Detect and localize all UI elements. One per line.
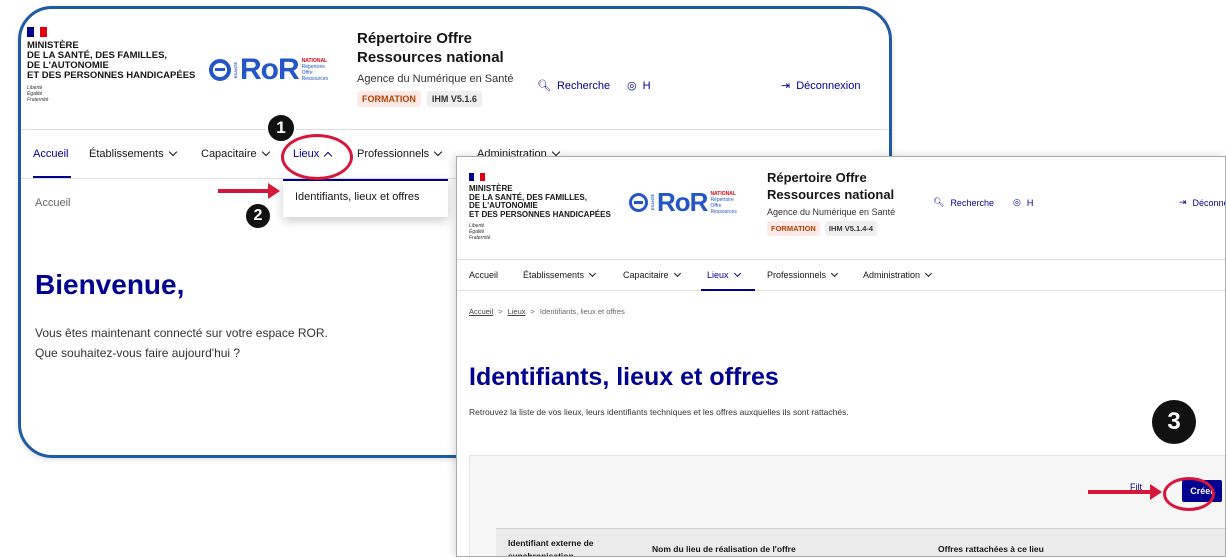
search-link[interactable]: 🔍︎ Recherche	[537, 79, 610, 93]
step-3-badge: 3	[1152, 400, 1196, 444]
environment-tag: FORMATION	[357, 91, 421, 107]
chevron-down-icon	[924, 269, 933, 277]
ministry-block: Ministère de la santé, des familles, de …	[469, 173, 611, 241]
nav-accueil[interactable]: Accueil	[33, 148, 68, 160]
ror-logo-text: RoR	[657, 187, 708, 217]
arrow-to-create-button	[1088, 484, 1162, 500]
service-block: Répertoire Offre Ressources national Age…	[357, 29, 514, 107]
version-tag: IHM V5.1.4-4	[824, 221, 878, 236]
chevron-down-icon	[168, 147, 177, 157]
logout-icon: ⇥	[781, 80, 791, 92]
welcome-description: Vous êtes maintenant connecté sur votre …	[35, 326, 328, 360]
lieux-dropdown-menu: Identifiants, lieux et offres	[283, 179, 448, 217]
logout-link[interactable]: ⇥Déconnexion	[1179, 197, 1225, 208]
republic-motto: Liberté Égalité Fraternité	[469, 223, 491, 241]
main-navigation: Accueil Établissements Capacitaire Lieux…	[457, 259, 1225, 291]
logo-subtitle: Répertoire Offre Ressources	[301, 64, 329, 82]
lieux-table-card: Filt Créer Identifiant externe de synchr…	[469, 455, 1225, 556]
active-tab-indicator	[33, 176, 71, 178]
user-icon: ◎	[627, 80, 637, 92]
chevron-down-icon	[551, 147, 560, 157]
service-block: Répertoire Offre Ressources national Age…	[767, 169, 895, 236]
search-icon: 🔍︎	[933, 197, 945, 207]
service-title: Répertoire Offre Ressources national	[357, 30, 504, 66]
nav-capacitaire[interactable]: Capacitaire	[623, 269, 681, 280]
chevron-down-icon	[831, 269, 839, 277]
nav-etablissements[interactable]: Établissements	[89, 147, 177, 160]
highlight-ring-lieux	[281, 134, 353, 180]
ministry-name: Ministère de la santé, des familles, de …	[469, 184, 611, 219]
breadcrumb-current: Identifiants, lieux et offres	[539, 307, 625, 316]
nav-professionnels[interactable]: Professionnels	[357, 147, 443, 160]
menu-item-identifiants-lieux-offres[interactable]: Identifiants, lieux et offres	[295, 191, 436, 203]
user-icon: ◎	[1013, 197, 1021, 207]
column-header-offres[interactable]: Offres rattachées à ce lieu	[938, 543, 1044, 556]
ror-e-icon	[209, 59, 231, 81]
page-description: Retrouvez la liste de vos lieux, leurs i…	[469, 407, 849, 417]
step-1-badge: 1	[266, 113, 296, 143]
breadcrumb: Accueil	[35, 197, 71, 209]
page-title: Identifiants, lieux et offres	[469, 363, 779, 391]
table-header-row: Identifiant externe de synchronisation N…	[496, 528, 1225, 556]
ministry-block: Ministère de la santé, des familles, de …	[27, 27, 195, 103]
republic-motto: Liberté Égalité Fraternité	[27, 85, 49, 103]
ror-logo[interactable]: ESANTÉ RoR NATIONAL Répertoire Offre Res…	[209, 53, 328, 87]
environment-tag: FORMATION	[767, 221, 820, 236]
welcome-heading: Bienvenue,	[35, 269, 185, 300]
nav-lieux[interactable]: Lieux	[707, 269, 741, 280]
user-account-link[interactable]: ◎ H	[627, 79, 651, 93]
logo-subtitle: Répertoire Offre Ressources	[710, 196, 737, 215]
service-subtitle: Agence du Numérique en Santé	[767, 207, 896, 217]
nav-etablissements[interactable]: Établissements	[523, 269, 597, 280]
ror-logo[interactable]: ESANTÉ RoR NATIONAL Répertoire Offre Res…	[629, 187, 737, 218]
ror-e-icon	[629, 193, 648, 212]
service-subtitle: Agence du Numérique en Santé	[357, 73, 514, 85]
site-header: Ministère de la santé, des familles, de …	[21, 9, 889, 129]
step-2-badge: 2	[244, 202, 272, 230]
ror-logo-text: RoR	[240, 53, 300, 86]
chevron-down-icon	[588, 269, 597, 277]
active-tab-indicator	[701, 289, 755, 291]
breadcrumb-lieux-link[interactable]: Lieux	[508, 307, 526, 316]
user-account-link[interactable]: ◎ H	[1013, 197, 1033, 208]
chevron-down-icon	[261, 147, 270, 157]
nav-capacitaire[interactable]: Capacitaire	[201, 147, 270, 160]
nav-administration[interactable]: Administration	[863, 269, 933, 280]
column-header-nom-lieu[interactable]: Nom du lieu de réalisation de l'offre	[652, 543, 796, 556]
arrow-to-menu-item	[218, 183, 280, 199]
logo-tag: NATIONAL	[710, 190, 736, 197]
chevron-down-icon	[673, 269, 681, 277]
ministry-name: Ministère de la santé, des familles, de …	[27, 40, 196, 81]
marianne-flag-icon	[27, 27, 48, 37]
nav-accueil[interactable]: Accueil	[469, 270, 498, 280]
breadcrumb: Accueil > Lieux > Identifiants, lieux et…	[469, 307, 625, 316]
marianne-flag-icon	[469, 173, 485, 181]
highlight-ring-creer	[1163, 477, 1215, 511]
breadcrumb-home-link[interactable]: Accueil	[469, 307, 493, 316]
logout-icon: ⇥	[1179, 197, 1187, 207]
chevron-down-icon	[433, 147, 443, 157]
chevron-down-icon	[733, 269, 741, 277]
service-title: Répertoire Offre Ressources national	[767, 170, 895, 202]
nav-professionnels[interactable]: Professionnels	[767, 269, 839, 280]
search-link[interactable]: 🔍︎ Recherche	[933, 197, 994, 208]
logout-link[interactable]: ⇥Déconnexion	[781, 79, 860, 93]
search-icon: 🔍︎	[537, 80, 551, 92]
lieux-page-screenshot: Ministère de la santé, des familles, de …	[456, 156, 1226, 557]
column-header-identifiant[interactable]: Identifiant externe de synchronisation	[508, 537, 628, 556]
version-tag: IHM V5.1.6	[426, 91, 482, 107]
